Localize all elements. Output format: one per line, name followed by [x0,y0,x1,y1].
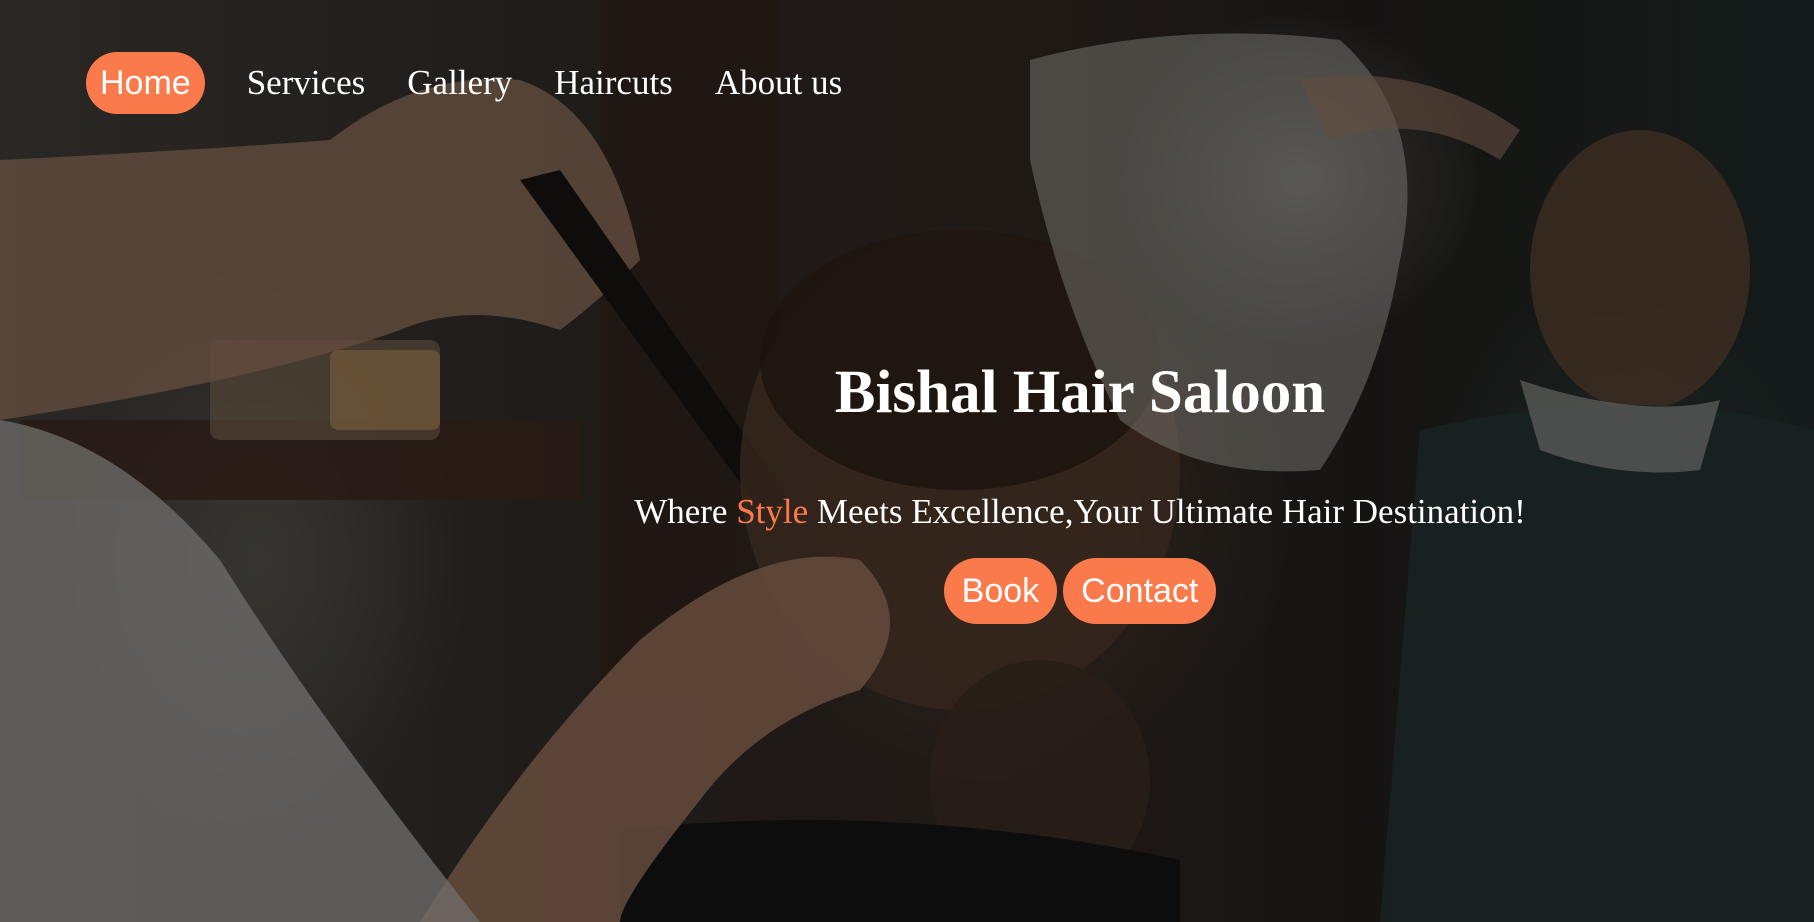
page-title: Bishal Hair Saloon [834,359,1326,426]
top-navigation: Home Services Gallery Haircuts About us [86,51,856,115]
nav-item-haircuts[interactable]: Haircuts [540,51,687,115]
nav-item-home[interactable]: Home [86,52,205,114]
tagline-accent-word: Style [736,492,809,531]
contact-button[interactable]: Contact [1063,558,1217,624]
nav-item-gallery[interactable]: Gallery [393,51,526,115]
hero-tagline: Where Style Meets Excellence,Your Ultima… [560,490,1600,534]
hero-content: Bishal Hair Saloon Where Style Meets Exc… [560,350,1600,624]
tagline-end: Meets Excellence,Your Ultimate Hair Dest… [808,492,1526,531]
nav-item-about-us[interactable]: About us [701,51,856,115]
book-button[interactable]: Book [943,558,1058,624]
nav-item-services[interactable]: Services [233,51,380,115]
tagline-start: Where [634,492,737,531]
hero-actions: Book Contact [560,558,1600,624]
hero-section: Home Services Gallery Haircuts About us … [0,0,1814,922]
